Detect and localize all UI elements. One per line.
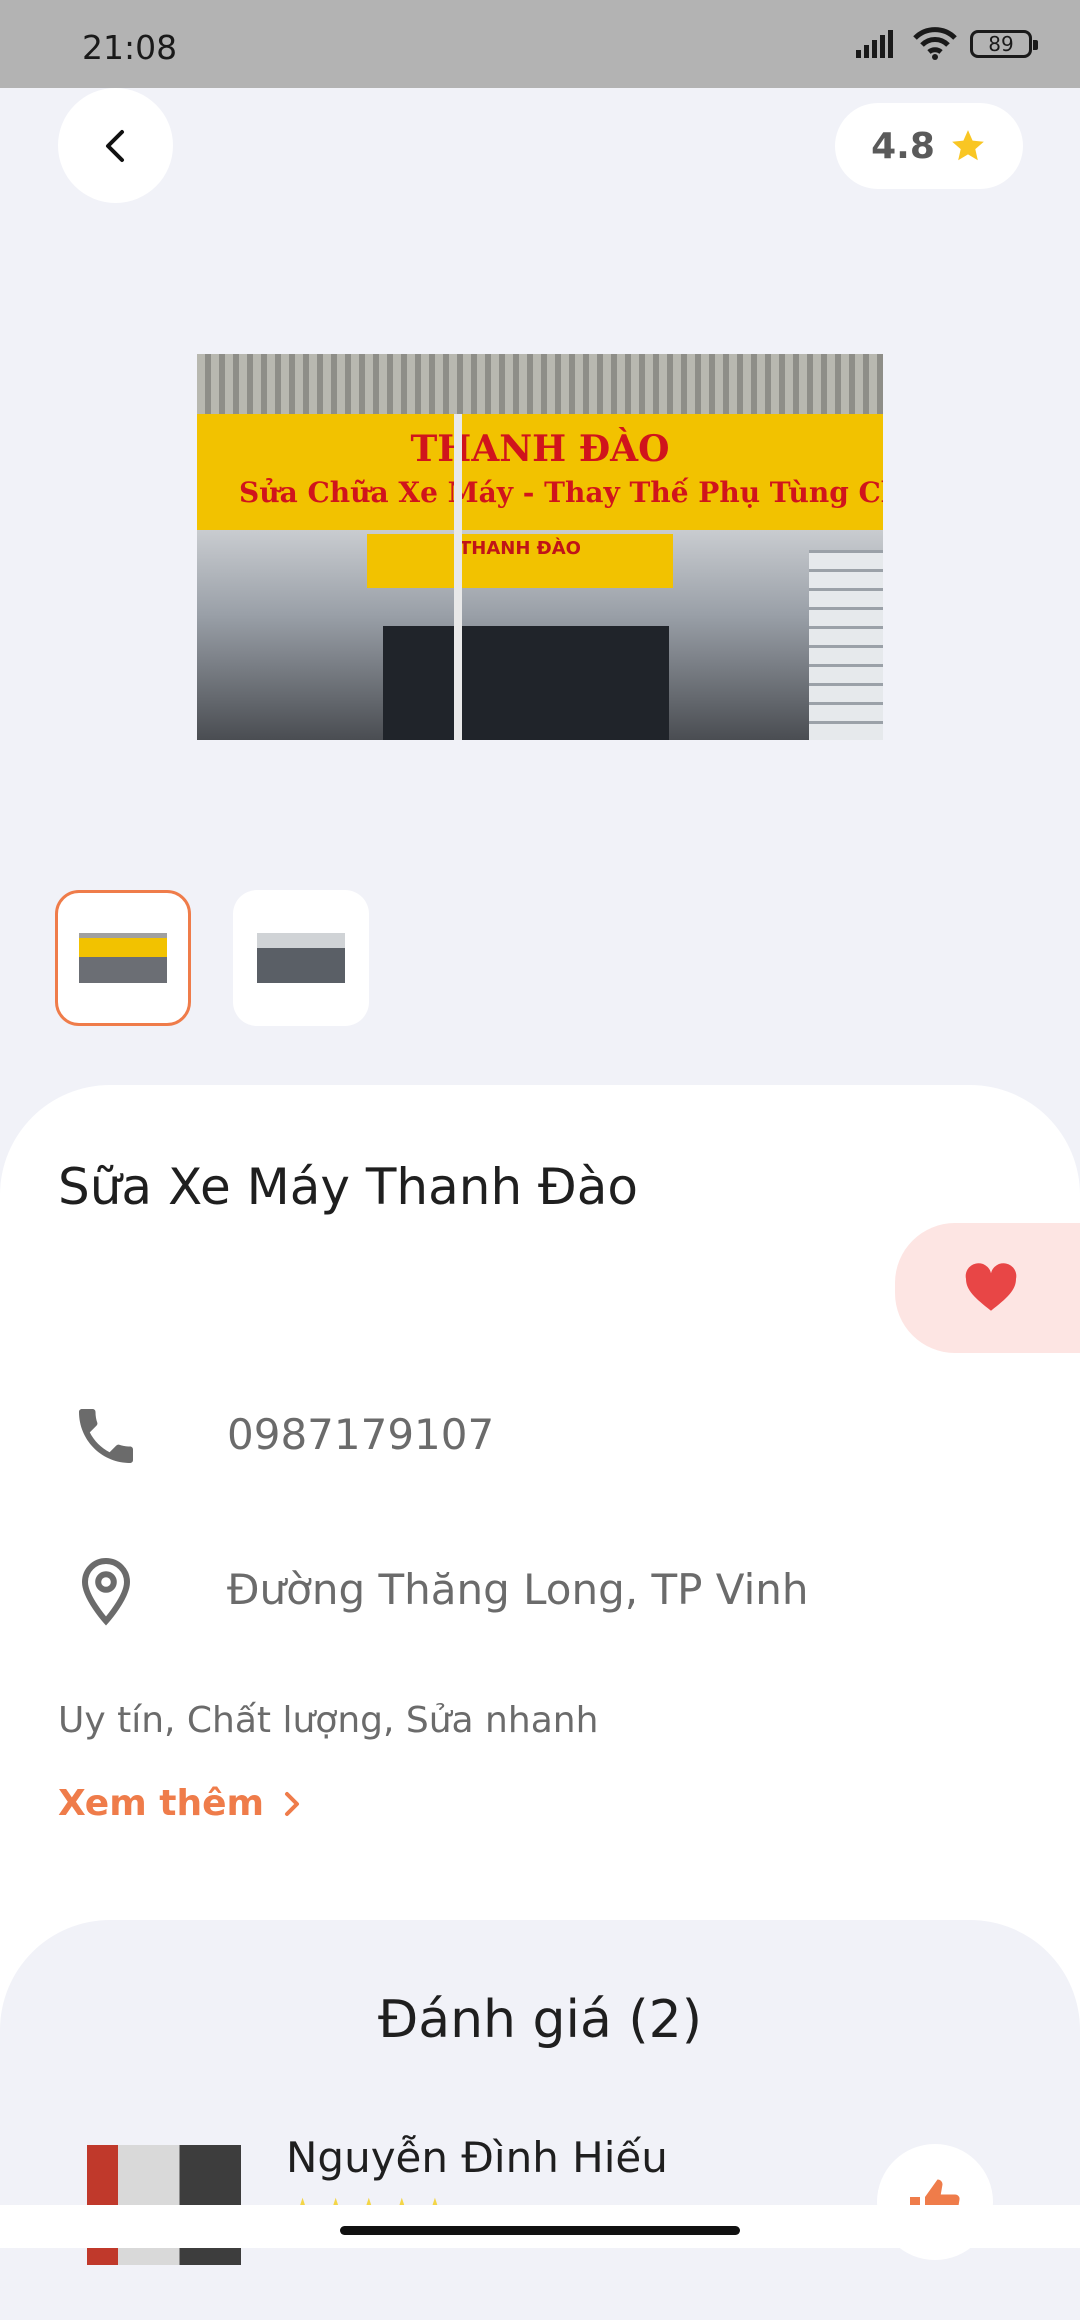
status-time: 21:08 (82, 28, 178, 67)
photo-shop-counter (383, 626, 669, 740)
photo-shop-interior: THANH ĐÀO (197, 530, 883, 740)
status-bar: 21:08 89 (0, 0, 1080, 88)
photo-roof (197, 354, 883, 414)
shop-phone[interactable]: 0987179107 (227, 1410, 494, 1459)
favorite-button[interactable] (895, 1223, 1080, 1353)
shop-address[interactable]: Đường Thăng Long, TP Vinh (227, 1565, 809, 1614)
thumbnail-image (257, 933, 345, 983)
wifi-icon (913, 27, 957, 60)
signal-icon (856, 30, 893, 58)
shop-photo[interactable]: THANH ĐÀO Sửa Chữa Xe Máy - Thay Thế Phụ… (197, 354, 883, 740)
photo-thumbnail-1[interactable] (55, 890, 191, 1026)
see-more-label: Xem thêm (58, 1783, 265, 1824)
see-more-link[interactable]: Xem thêm (58, 1783, 302, 1824)
shop-name: Sữa Xe Máy Thanh Đào (58, 1158, 639, 1216)
home-indicator[interactable] (340, 2226, 740, 2235)
photo-pole (454, 414, 462, 740)
chevron-left-icon (105, 129, 124, 162)
photo-window (809, 550, 883, 740)
rating-value: 4.8 (871, 125, 935, 167)
photo-sign-title: THANH ĐÀO (410, 428, 670, 470)
reviews-title: Đánh giá (2) (377, 1990, 703, 2050)
photo-shop-sign: THANH ĐÀO Sửa Chữa Xe Máy - Thay Thế Phụ… (197, 414, 883, 530)
rating-badge: 4.8 (835, 103, 1023, 189)
photo-inner-sign: THANH ĐÀO (367, 534, 673, 588)
thumbnail-image (79, 933, 167, 983)
photo-sign-subtitle: Sửa Chữa Xe Máy - Thay Thế Phụ Tùng Chín… (239, 476, 883, 509)
photo-inner-sign-text: THANH ĐÀO (459, 538, 581, 559)
shop-description: Uy tín, Chất lượng, Sửa nhanh (58, 1700, 599, 1741)
back-button[interactable] (58, 88, 173, 203)
reviewer-name: Nguyễn Đình Hiếu (286, 2133, 668, 2182)
photo-thumbnail-2[interactable] (233, 890, 369, 1026)
star-icon (952, 130, 984, 161)
battery-indicator: 89 (970, 30, 1038, 58)
navigation-bar (0, 2205, 1080, 2248)
chevron-right-icon (285, 1791, 300, 1816)
location-pin-icon (81, 1557, 131, 1626)
phone-icon (79, 1409, 133, 1463)
heart-icon (965, 1263, 1017, 1311)
